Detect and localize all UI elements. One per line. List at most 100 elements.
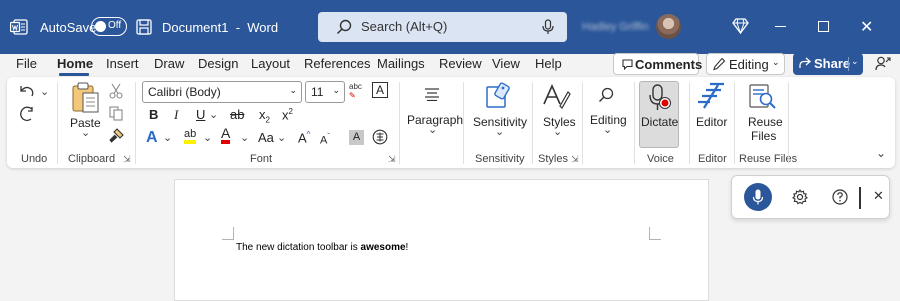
word-app-icon[interactable] [10,19,28,35]
close-icon[interactable]: ✕ [860,17,873,37]
document-body-text[interactable]: The new dictation toolbar is awesome! [236,242,408,253]
ribbon-expand-chevron-icon[interactable]: ⌄ [876,146,886,160]
format-painter-icon[interactable] [108,128,124,144]
tab-mailings[interactable]: Mailings [377,56,425,71]
undo-icon[interactable] [18,84,36,98]
tab-design[interactable]: Design [198,56,238,71]
sensitivity-chevron-icon[interactable]: ⌄ [495,125,504,138]
font-color-icon[interactable]: A [221,126,231,144]
tab-help[interactable]: Help [535,56,562,71]
cut-icon[interactable] [109,83,123,99]
undo-chevron-icon[interactable]: ⌄ [40,85,49,98]
reuse-files-label-line1[interactable]: Reuse [748,115,783,129]
save-icon[interactable] [136,19,152,35]
find-icon[interactable] [598,87,614,103]
tab-references[interactable]: References [304,56,370,71]
dictation-mic-button[interactable] [744,183,772,211]
crop-mark-top-right [649,227,661,240]
styles-icon[interactable] [542,84,572,110]
paragraph-chevron-icon[interactable]: ⌄ [428,123,437,136]
character-border-icon[interactable]: A [372,82,388,98]
chevron-down-icon[interactable]: ⌄ [332,85,340,96]
font-name-combo[interactable]: Calibri (Body) ⌄ [142,81,302,103]
search-box[interactable]: Search (Alt+Q) [318,12,567,42]
underline-button[interactable]: U [196,107,205,122]
tab-home[interactable]: Home [57,56,93,71]
editor-label[interactable]: Editor [696,115,727,129]
styles-chevron-icon[interactable]: ⌄ [553,125,562,138]
change-case-icon[interactable]: Aa [258,130,274,145]
document-text-bold: awesome [360,242,406,253]
document-page[interactable] [174,179,709,301]
paste-chevron-icon[interactable]: ⌄ [81,126,90,139]
chevron-down-icon[interactable]: ⌄ [289,85,297,96]
share-button[interactable]: Share ⌄ [793,53,863,75]
font-launcher-icon[interactable]: ⇲ [388,154,396,165]
character-shading-icon[interactable]: A [349,130,364,145]
crop-mark-top-left [222,227,234,240]
italic-button[interactable]: I [174,107,178,123]
dictate-label: Dictate [641,115,679,129]
editing-mode-button[interactable]: Editing ⌄ [706,53,785,75]
person-feedback-icon[interactable] [875,56,891,71]
editing-chevron-icon[interactable]: ⌄ [603,123,612,136]
group-label-sensitivity: Sensitivity [475,153,525,165]
chevron-down-icon[interactable]: ⌄ [851,56,859,67]
subscript-button[interactable]: x2 [259,107,270,125]
gear-icon[interactable] [792,189,808,205]
title-bar: AutoSave Off Document1 - Word Search (Al… [0,0,900,54]
paragraph-icon[interactable] [424,88,440,101]
change-case-chevron-icon[interactable]: ⌄ [277,131,286,144]
help-icon[interactable] [832,189,848,205]
maximize-icon[interactable] [818,21,829,32]
tab-view[interactable]: View [492,56,520,71]
editor-icon[interactable] [696,82,726,110]
grow-font-icon[interactable]: A^ [298,130,310,145]
close-icon[interactable]: ✕ [873,188,884,204]
comments-button[interactable]: Comments [613,53,702,75]
copy-icon[interactable] [109,106,123,121]
avatar[interactable] [656,14,681,39]
clipboard-launcher-icon[interactable]: ⇲ [123,154,131,165]
premium-diamond-icon[interactable] [732,18,749,34]
reuse-files-icon[interactable] [748,84,778,110]
group-label-styles: Styles [538,153,568,165]
tab-draw[interactable]: Draw [154,56,184,71]
group-separator [689,82,690,164]
document-text-end: ! [405,242,409,253]
share-label: Share [814,56,851,71]
highlight-icon[interactable]: ab [184,129,197,144]
underline-chevron-icon[interactable]: ⌄ [209,108,218,121]
tab-file[interactable]: File [16,56,37,71]
autosave-toggle[interactable]: Off [91,17,127,36]
font-size-value: 11 [311,85,324,99]
bold-button[interactable]: B [149,107,158,122]
tab-insert[interactable]: Insert [106,56,139,71]
search-placeholder: Search (Alt+Q) [361,19,448,34]
document-title[interactable]: Document1 - Word [162,20,278,35]
font-color-chevron-icon[interactable]: ⌄ [240,131,249,144]
paste-icon[interactable] [71,82,101,114]
tab-layout[interactable]: Layout [251,56,290,71]
clear-formatting-icon[interactable]: abc ✎ [349,82,362,100]
tab-review[interactable]: Review [439,56,482,71]
text-effects-icon[interactable]: A [146,129,158,147]
highlight-chevron-icon[interactable]: ⌄ [203,131,212,144]
shrink-font-icon[interactable]: Aˇ [320,132,330,147]
superscript-button[interactable]: x2 [282,107,293,122]
enclose-characters-icon[interactable] [372,129,388,145]
redo-icon[interactable] [18,106,36,122]
clear-formatting-glyph: abc [349,82,362,91]
font-size-combo[interactable]: 11 ⌄ [305,81,345,103]
user-name[interactable]: Hadley Griffin [582,21,648,33]
reuse-files-label-line2[interactable]: Files [751,129,776,143]
microphone-icon[interactable] [542,19,554,35]
styles-launcher-icon[interactable]: ⇲ [571,154,579,165]
group-separator [582,82,583,164]
group-label-voice: Voice [647,153,674,165]
text-effects-chevron-icon[interactable]: ⌄ [163,131,172,144]
strikethrough-button[interactable]: ab [230,107,244,122]
document-text-plain: The new dictation toolbar is [236,242,361,253]
minimize-icon[interactable] [775,26,786,27]
sensitivity-icon[interactable] [485,82,513,110]
